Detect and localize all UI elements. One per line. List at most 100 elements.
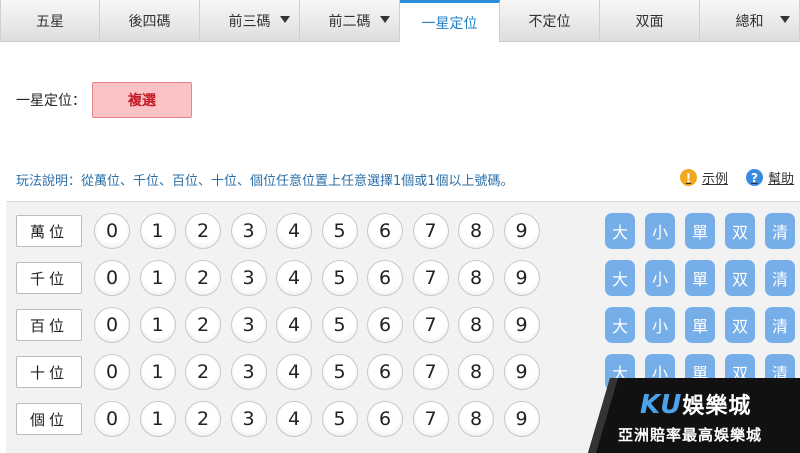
number-ball[interactable]: 4 — [276, 401, 312, 437]
number-ball[interactable]: 9 — [503, 354, 540, 390]
number-ball[interactable]: 6 — [367, 401, 403, 437]
quick-select-button[interactable]: 單 — [685, 307, 715, 343]
position-row: 萬位 0 1 2 3 4 5 6 7 8 9 大小單双清 — [16, 211, 795, 251]
example-link[interactable]: ! 示例 — [679, 168, 728, 187]
brand-logo: KU娛樂城 — [640, 388, 751, 420]
quick-select-group: 大小單双清 — [605, 260, 800, 296]
number-ball[interactable]: 5 — [321, 260, 358, 296]
quick-select-button[interactable]: 小 — [645, 307, 675, 343]
dropdown-arrow-icon — [280, 16, 290, 23]
number-ball[interactable]: 9 — [503, 401, 540, 437]
number-ball[interactable]: 3 — [230, 260, 267, 296]
quick-select-button[interactable]: 清 — [765, 307, 795, 343]
number-ball[interactable]: 0 — [94, 401, 130, 437]
number-ball[interactable]: 8 — [458, 307, 494, 343]
quick-select-button[interactable]: 双 — [725, 213, 755, 249]
question-icon: ? — [745, 169, 763, 186]
quick-select-button[interactable]: 單 — [685, 260, 715, 296]
quick-select-group: 大小單双清 — [605, 213, 800, 249]
position-row: 個位0123456789大小單双清 — [16, 399, 795, 439]
number-ball[interactable]: 4 — [276, 260, 312, 296]
number-ball[interactable]: 6 — [367, 213, 403, 249]
tab-label: 前三碼 — [228, 13, 271, 30]
number-ball[interactable]: 2 — [185, 307, 221, 343]
mode-label: 一星定位： — [16, 93, 86, 109]
number-ball[interactable]: 1 — [139, 307, 176, 343]
tab-3[interactable]: 前二碼 — [300, 0, 400, 41]
tab-5[interactable]: 不定位 — [500, 0, 600, 41]
number-ball[interactable]: 8 — [458, 401, 494, 437]
number-ball[interactable]: 0 — [94, 213, 130, 249]
number-ball[interactable]: 0 — [94, 354, 130, 390]
tab-6[interactable]: 双面 — [600, 0, 700, 41]
number-ball[interactable]: 5 — [321, 213, 358, 249]
number-ball[interactable]: 8 — [458, 354, 494, 390]
tab-label: 双面 — [635, 13, 664, 30]
brand-subtitle: 亞洲賠率最高娛樂城 — [618, 426, 763, 444]
number-ball[interactable]: 0 — [94, 307, 130, 343]
number-ball[interactable]: 3 — [230, 307, 267, 343]
number-ball[interactable]: 7 — [412, 307, 449, 343]
number-ball[interactable]: 1 — [139, 354, 176, 390]
help-link[interactable]: ? 幫助 — [745, 168, 794, 187]
quick-select-button[interactable]: 双 — [725, 260, 755, 296]
quick-select-button[interactable]: 清 — [765, 213, 795, 249]
number-ball[interactable]: 6 — [367, 354, 403, 390]
info-icon: ! — [679, 169, 697, 186]
number-ball[interactable]: 4 — [276, 213, 312, 249]
number-ball[interactable]: 9 — [503, 307, 540, 343]
number-ball[interactable]: 3 — [230, 213, 267, 249]
number-ball[interactable]: 2 — [185, 213, 221, 249]
number-ball[interactable]: 8 — [458, 213, 494, 249]
rules-description: 玩法說明：從萬位、千位、百位、十位、個位任意位置上任意選擇1個或1個以上號碼。 — [16, 174, 514, 189]
number-ball[interactable]: 8 — [458, 260, 494, 296]
number-ball[interactable]: 2 — [185, 401, 221, 437]
position-label: 十位 — [16, 356, 82, 388]
tab-1[interactable]: 後四碼 — [100, 0, 200, 41]
quick-select-button[interactable]: 單 — [685, 213, 715, 249]
quick-select-button[interactable]: 小 — [645, 213, 675, 249]
number-ball[interactable]: 7 — [412, 260, 449, 296]
position-label: 千位 — [16, 262, 82, 294]
quick-select-button[interactable]: 清 — [765, 260, 795, 296]
ku-casino-banner: KU娛樂城 亞洲賠率最高娛樂城 — [588, 378, 800, 453]
number-ball[interactable]: 4 — [276, 354, 312, 390]
number-ball[interactable]: 6 — [367, 307, 403, 343]
quick-select-group: 大小單双清 — [605, 307, 800, 343]
quick-select-button[interactable]: 大 — [605, 260, 635, 296]
brand-latin: KU — [640, 390, 683, 420]
number-ball[interactable]: 0 — [94, 260, 130, 296]
number-ball[interactable]: 7 — [412, 401, 449, 437]
tab-4[interactable]: 一星定位 — [400, 0, 500, 42]
number-ball[interactable]: 3 — [230, 401, 267, 437]
multi-select-button[interactable]: 複選 — [92, 82, 192, 118]
number-ball[interactable]: 6 — [367, 260, 403, 296]
tab-0[interactable]: 五星 — [0, 0, 100, 41]
tab-7[interactable]: 總和 — [700, 0, 800, 41]
dropdown-arrow-icon — [380, 16, 390, 23]
number-ball[interactable]: 9 — [503, 260, 540, 296]
quick-select-button[interactable]: 大 — [605, 307, 635, 343]
quick-select-button[interactable]: 大 — [605, 213, 635, 249]
number-ball[interactable]: 9 — [503, 213, 540, 249]
position-row: 千位 0 1 2 3 4 5 6 7 8 9 大小單双清 — [16, 258, 795, 298]
help-links: ! 示例 ? 幫助 — [662, 168, 794, 187]
number-ball[interactable]: 7 — [412, 354, 449, 390]
quick-select-button[interactable]: 小 — [645, 260, 675, 296]
position-row: 十位 0 1 2 3 4 5 6 7 8 9 大小單双清 — [16, 352, 795, 392]
number-ball[interactable]: 1 — [139, 213, 176, 249]
number-ball[interactable]: 7 — [412, 213, 449, 249]
quick-select-button[interactable]: 双 — [725, 307, 755, 343]
number-ball[interactable]: 5 — [321, 354, 358, 390]
number-ball[interactable]: 4 — [276, 307, 312, 343]
number-ball[interactable]: 1 — [139, 260, 176, 296]
number-ball[interactable]: 3 — [230, 354, 267, 390]
tab-2[interactable]: 前三碼 — [200, 0, 300, 41]
number-ball[interactable]: 5 — [321, 307, 358, 343]
number-ball[interactable]: 5 — [321, 401, 358, 437]
tab-label: 不定位 — [528, 13, 571, 30]
tab-label: 前二碼 — [328, 13, 371, 30]
number-ball[interactable]: 1 — [139, 401, 176, 437]
number-ball[interactable]: 2 — [185, 260, 221, 296]
number-ball[interactable]: 2 — [185, 354, 221, 390]
